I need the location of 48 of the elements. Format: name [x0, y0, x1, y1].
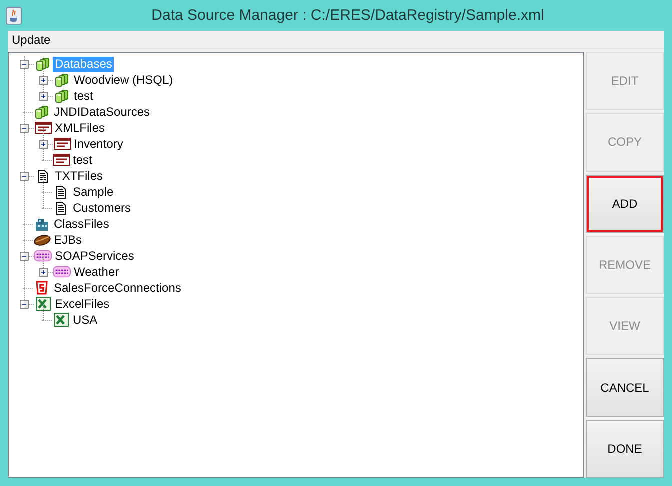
database-icon: [55, 90, 69, 102]
bean-icon: [34, 234, 50, 246]
tree-item[interactable]: test: [72, 88, 96, 104]
expand-icon[interactable]: [39, 76, 48, 84]
action-button[interactable]: ADD: [586, 174, 664, 233]
soap-icon: [34, 250, 52, 262]
collapse-icon[interactable]: [20, 172, 29, 180]
document-icon: [34, 122, 52, 134]
text-file-icon: [55, 186, 67, 198]
tree-item[interactable]: SOAPServices: [53, 248, 136, 264]
expand-icon[interactable]: [39, 92, 48, 100]
tree-item[interactable]: test: [71, 152, 94, 168]
window-title: Data Source Manager : C:/ERES/DataRegistry/Sample.xml: [150, 7, 546, 24]
database-icon: [36, 58, 50, 70]
building-icon: [35, 218, 49, 230]
spreadsheet-icon: [54, 313, 68, 327]
tree-item[interactable]: Customers: [71, 200, 134, 216]
coffee-cup-icon[interactable]: [6, 6, 22, 24]
action-button[interactable]: CANCEL: [586, 358, 664, 417]
collapse-icon[interactable]: [20, 300, 29, 308]
database-icon: [55, 74, 69, 86]
collapse-icon[interactable]: [20, 124, 29, 132]
tree-item[interactable]: Sample: [71, 184, 116, 200]
text-file-icon: [37, 170, 49, 182]
soap-icon: [53, 266, 71, 278]
collapse-icon[interactable]: [20, 60, 29, 68]
tree-item[interactable]: EJBs: [52, 232, 84, 248]
salesforce-icon: [35, 281, 49, 295]
action-button[interactable]: DONE: [586, 420, 664, 478]
tree-item[interactable]: TXTFiles: [53, 168, 105, 184]
expand-icon[interactable]: [39, 140, 48, 148]
tree-item[interactable]: ExcelFiles: [53, 296, 112, 312]
tree-item[interactable]: XMLFiles: [53, 120, 108, 136]
document-icon: [54, 138, 70, 150]
document-icon: [52, 154, 70, 166]
expand-icon[interactable]: [39, 268, 48, 276]
tree-item[interactable]: Woodview (HSQL): [72, 72, 176, 88]
tree-item[interactable]: JNDIDataSources: [52, 104, 152, 120]
database-icon: [35, 106, 49, 118]
tree-item[interactable]: ClassFiles: [52, 216, 112, 232]
collapse-icon[interactable]: [20, 252, 29, 260]
spreadsheet-icon: [36, 297, 50, 311]
tree-item[interactable]: USA: [71, 312, 100, 328]
tree-item[interactable]: Inventory: [72, 136, 126, 152]
text-file-icon: [55, 202, 67, 214]
tree-item[interactable]: Weather: [72, 264, 122, 280]
menu-item[interactable]: Update: [8, 32, 55, 46]
tree-item[interactable]: SalesForceConnections: [52, 280, 184, 296]
